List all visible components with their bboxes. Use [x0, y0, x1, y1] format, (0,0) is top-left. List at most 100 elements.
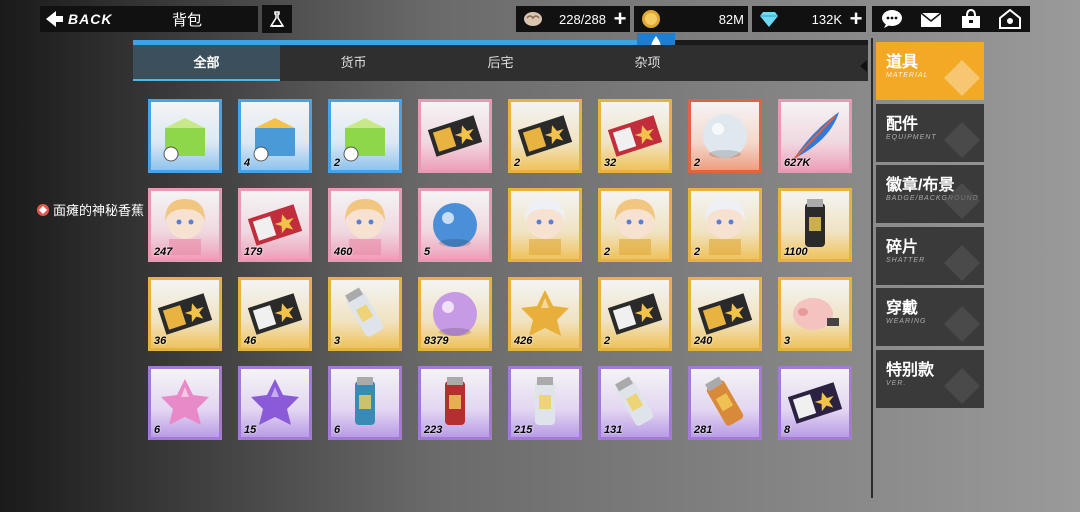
- item-slot-orange-tube[interactable]: 281: [688, 366, 762, 440]
- category-deco-icon: [944, 183, 980, 219]
- back-button[interactable]: BACK: [40, 6, 258, 32]
- category-title: 穿戴: [886, 300, 919, 317]
- item-count: 627K: [784, 157, 811, 169]
- item-slot-battery-canister[interactable]: 1100: [778, 188, 852, 262]
- crystal-orb-icon: [421, 191, 489, 259]
- item-slot-pen-tool[interactable]: 3: [328, 277, 402, 351]
- gold-chest-timed-icon: [241, 102, 309, 170]
- item-count: 3: [334, 335, 341, 347]
- category-item-1[interactable]: 配件 EQUIPMENT: [876, 103, 984, 162]
- item-slot-pig-usb[interactable]: 3: [778, 277, 852, 351]
- item-slot-pink-slime-star[interactable]: 6: [148, 366, 222, 440]
- badge-scroll-purple-icon: [781, 369, 849, 437]
- category-deco-icon: [944, 121, 980, 158]
- item-count: 5: [424, 246, 431, 258]
- category-title: 道具: [886, 54, 919, 71]
- category-subtitle: VER.: [886, 379, 907, 387]
- item-grid: 4 2 2 32 2 627K 247 179 460 5 2 2 1100 36 46 3 8379 426 2 2…: [148, 99, 858, 441]
- category-subtitle: SHATTER: [886, 256, 926, 264]
- item-slot-planet-ball-chibi[interactable]: 247: [148, 188, 222, 262]
- add-diamond-button[interactable]: +: [846, 8, 866, 30]
- tab-dorm[interactable]: 后宅: [427, 45, 574, 81]
- inventory-tabs: 全部 货币 后宅 杂项: [133, 45, 868, 81]
- item-slot-gold-star-coin[interactable]: 426: [508, 277, 582, 351]
- category-deco-icon: [944, 367, 980, 404]
- shop-bag-icon[interactable]: [959, 8, 983, 30]
- category-item-5[interactable]: 特别款 VER.: [876, 349, 984, 408]
- home-icon[interactable]: [998, 8, 1022, 30]
- item-count: 8: [784, 424, 791, 436]
- alpha-ticket-gold-icon: [511, 102, 579, 170]
- item-slot-figure-story-chibi[interactable]: 460: [328, 188, 402, 262]
- category-item-0[interactable]: 道具 MATERIAL: [876, 42, 984, 100]
- item-count: 8379: [424, 335, 449, 347]
- item-count: 3: [784, 335, 791, 347]
- coin-value: 82M: [718, 11, 744, 27]
- item-slot-black-ticket[interactable]: 2: [598, 277, 672, 351]
- tab-caret-icon: [860, 60, 867, 72]
- item-slot-magazine-book[interactable]: 46: [238, 277, 312, 351]
- item-slot-beta-ticket[interactable]: [418, 99, 492, 173]
- add-stamina-button[interactable]: +: [610, 8, 630, 30]
- tab-currency[interactable]: 货币: [280, 45, 427, 81]
- chat-icon[interactable]: [880, 8, 904, 30]
- tab-all[interactable]: 全部: [133, 45, 280, 81]
- mail-icon[interactable]: [919, 8, 943, 30]
- item-count: 426: [514, 335, 533, 347]
- badge-icon: [37, 203, 49, 216]
- item-slot-feather-quill[interactable]: 627K: [778, 99, 852, 173]
- item-slot-supply-box-green[interactable]: [148, 99, 222, 173]
- item-slot-snow-globe[interactable]: 2: [688, 99, 762, 173]
- item-slot-red-capsule[interactable]: 223: [418, 366, 492, 440]
- pig-usb-icon: [781, 280, 849, 348]
- category-deco-icon: [944, 306, 980, 342]
- item-count: 281: [694, 424, 713, 436]
- item-count: 240: [694, 335, 713, 347]
- diamond-resource: 132K +: [752, 6, 866, 32]
- item-count: 32: [604, 157, 617, 169]
- item-slot-badge-scroll-gold[interactable]: 36: [148, 277, 222, 351]
- item-slot-glue-bottle[interactable]: 215: [508, 366, 582, 440]
- item-slot-green-chest-timed[interactable]: 2: [328, 99, 402, 173]
- item-count: 36: [154, 335, 167, 347]
- item-slot-glitter-orb[interactable]: 8379: [418, 277, 492, 351]
- category-item-3[interactable]: 碎片 SHATTER: [876, 226, 984, 285]
- coin-icon: [640, 9, 662, 29]
- category-subtitle: EQUIPMENT: [886, 133, 937, 141]
- category-deco-icon: [944, 244, 980, 281]
- supply-box-green-icon: [151, 102, 219, 170]
- item-count: 46: [244, 335, 257, 347]
- item-slot-gold-chest-timed[interactable]: 4: [238, 99, 312, 173]
- item-slot-gold-card-cookies[interactable]: 240: [688, 277, 762, 351]
- diamond-value: 132K: [811, 11, 842, 27]
- category-item-2[interactable]: 徽章/布景 BADGE/BACKGROUND: [876, 165, 984, 223]
- beta-ticket-icon: [421, 102, 489, 170]
- item-slot-doll-portrait-blonde[interactable]: 2: [598, 188, 672, 262]
- item-slot-pink-ticket-strip[interactable]: 179: [238, 188, 312, 262]
- filter-button[interactable]: [262, 5, 292, 33]
- sidebar-divider: [871, 38, 873, 498]
- category-item-4[interactable]: 穿戴 WEARING: [876, 288, 984, 346]
- doll-portrait-white-icon: [691, 191, 759, 259]
- item-slot-doll-portrait-white[interactable]: 2: [688, 188, 762, 262]
- category-title: 特别款: [886, 361, 935, 379]
- item-count: 247: [154, 246, 173, 258]
- back-arrow-icon: [46, 11, 63, 27]
- item-slot-alpha-ticket-red[interactable]: 32: [598, 99, 672, 173]
- item-slot-small-tube[interactable]: 131: [598, 366, 672, 440]
- item-slot-purple-gem[interactable]: 15: [238, 366, 312, 440]
- item-slot-doll-portrait-silver[interactable]: [508, 188, 582, 262]
- green-chest-timed-icon: [331, 102, 399, 170]
- item-count: 215: [514, 424, 533, 436]
- item-slot-crystal-orb[interactable]: 5: [418, 188, 492, 262]
- item-count: 179: [244, 246, 263, 258]
- category-deco-icon: [944, 60, 980, 96]
- item-slot-blue-capsule[interactable]: 6: [328, 366, 402, 440]
- item-slot-alpha-ticket-gold[interactable]: 2: [508, 99, 582, 173]
- item-count: 223: [424, 424, 443, 436]
- item-count: 2: [604, 246, 611, 258]
- tab-misc[interactable]: 杂项: [574, 45, 721, 81]
- stamina-value: 228/288: [559, 11, 606, 27]
- flask-icon: [269, 11, 285, 27]
- item-slot-badge-scroll-purple[interactable]: 8: [778, 366, 852, 440]
